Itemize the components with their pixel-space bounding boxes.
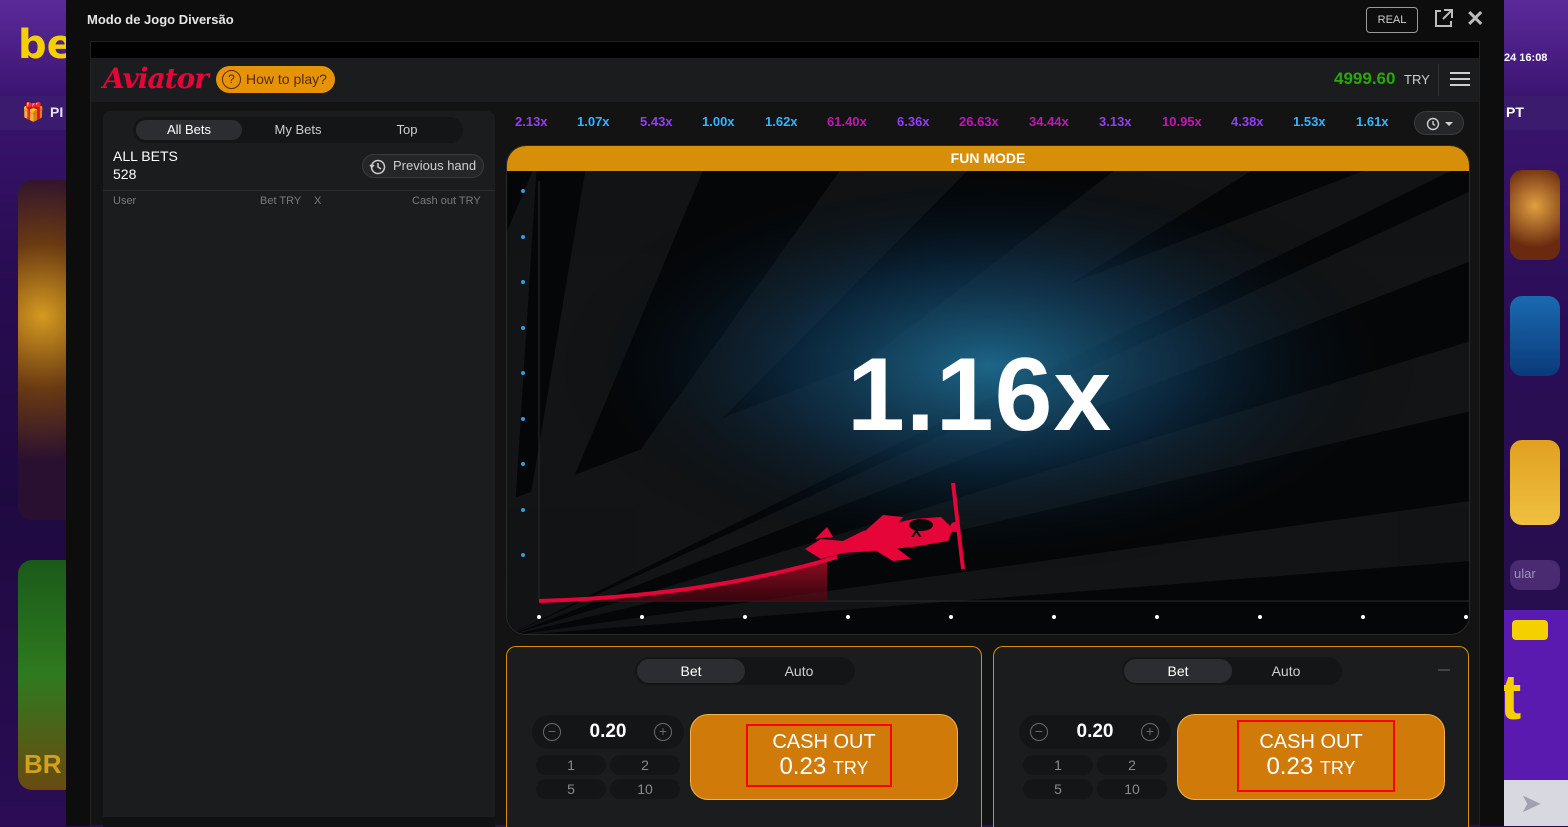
aviator-logo: Aviator xyxy=(103,62,209,95)
site-nav-left: 🎁 PI xyxy=(0,96,66,130)
modal-title: Modo de Jogo Diversão xyxy=(87,12,234,27)
column-x: X xyxy=(314,195,322,207)
tab-top[interactable]: Top xyxy=(354,120,460,140)
cash-out-button[interactable]: CASH OUT 0.23 TRY xyxy=(690,714,958,800)
promo-badge xyxy=(1512,620,1548,640)
quick-stake-10[interactable]: 10 xyxy=(1097,779,1167,799)
column-user: User xyxy=(113,195,137,207)
real-mode-button[interactable]: REAL xyxy=(1366,7,1418,33)
stake-stepper: − 0.20 + xyxy=(532,715,684,749)
quick-stake-5[interactable]: 5 xyxy=(536,779,606,799)
how-to-play-button[interactable]: ? How to play? xyxy=(216,66,335,93)
history-multiplier: 1.53x xyxy=(1293,114,1326,129)
history-multiplier: 61.40x xyxy=(827,114,867,129)
bets-panel: All Bets My Bets Top ALL BETS 528 Previo… xyxy=(103,111,495,827)
background-promo-tile: t xyxy=(1504,610,1568,780)
quick-stake-2[interactable]: 2 xyxy=(1097,755,1167,775)
history-dropdown-icon xyxy=(1426,117,1453,131)
stake-stepper: − 0.20 + xyxy=(1019,715,1171,749)
history-multiplier: 4.38x xyxy=(1231,114,1264,129)
history-icon xyxy=(369,159,386,175)
tab-bet[interactable]: Bet xyxy=(1124,659,1232,683)
previous-hand-label: Previous hand xyxy=(393,158,477,173)
close-icon[interactable]: ✕ xyxy=(1466,6,1484,32)
history-multiplier: 1.62x xyxy=(765,114,798,129)
cash-out-button[interactable]: CASH OUT 0.23 TRY xyxy=(1177,714,1445,800)
balance-amount: 4999.60 xyxy=(1334,69,1396,88)
history-multiplier: 10.95x xyxy=(1162,114,1202,129)
bets-list[interactable] xyxy=(103,211,495,816)
aviator-game: Aviator ? How to play? 4999.60 TRY All B… xyxy=(90,41,1480,827)
bet-panel-1: Bet Auto − 0.20 + 1 2 5 10 CASH OUT 0.23… xyxy=(506,646,982,827)
nav-left-label: PI xyxy=(50,104,64,120)
highlight-box xyxy=(746,724,892,787)
quick-stake-5[interactable]: 5 xyxy=(1023,779,1093,799)
all-bets-title: ALL BETS xyxy=(113,148,178,164)
tab-auto[interactable]: Auto xyxy=(1232,659,1340,683)
all-bets-count: 528 xyxy=(113,166,137,182)
history-multiplier: 2.13x xyxy=(515,114,548,129)
divider xyxy=(103,190,495,191)
column-cashout: Cash out TRY xyxy=(412,195,481,207)
history-multiplier: 6.36x xyxy=(897,114,930,129)
background-game-tile xyxy=(1510,170,1560,260)
promo-text: t xyxy=(1504,661,1522,733)
history-multiplier: 3.13x xyxy=(1099,114,1132,129)
gift-icon: 🎁 xyxy=(22,102,45,122)
tab-my-bets[interactable]: My Bets xyxy=(245,120,351,140)
remove-panel-icon[interactable] xyxy=(1438,669,1450,671)
top-strip xyxy=(91,42,1479,58)
how-to-play-label: How to play? xyxy=(246,71,327,87)
background-game-tile xyxy=(18,180,66,520)
previous-hand-button[interactable]: Previous hand xyxy=(362,154,484,178)
quick-stake-1[interactable]: 1 xyxy=(536,755,606,775)
external-link-icon[interactable] xyxy=(1432,8,1454,30)
multiplier-history: 2.13x 1.07x 5.43x 1.00x 1.62x 61.40x 6.3… xyxy=(505,110,1469,136)
background-game-tile xyxy=(1510,296,1560,376)
highlight-box xyxy=(1237,720,1395,792)
site-nav-right: PT xyxy=(1504,96,1568,130)
quick-stake-10[interactable]: 10 xyxy=(610,779,680,799)
tab-auto[interactable]: Auto xyxy=(745,659,853,683)
history-multiplier: 1.00x xyxy=(702,114,735,129)
clock-text: 24 16:08 xyxy=(1504,52,1548,64)
flight-stage: X 1.16x xyxy=(507,171,1469,634)
site-logo: be xyxy=(18,22,66,68)
background-tile-label: ular xyxy=(1510,560,1560,590)
background-site-left: be 🎁 PI BR xyxy=(0,0,66,826)
plus-icon[interactable]: + xyxy=(1141,723,1159,741)
header-divider xyxy=(1438,64,1439,96)
history-multiplier: 5.43x xyxy=(640,114,673,129)
current-multiplier: 1.16x xyxy=(847,337,1113,453)
history-multiplier: 1.61x xyxy=(1356,114,1389,129)
history-multiplier: 1.07x xyxy=(577,114,610,129)
column-bet: Bet TRY xyxy=(260,195,302,207)
game-modal: Modo de Jogo Diversão REAL ✕ Aviator ? H… xyxy=(66,0,1504,827)
game-header: Aviator ? How to play? 4999.60 TRY xyxy=(91,58,1479,102)
tab-all-bets[interactable]: All Bets xyxy=(136,120,242,140)
history-multiplier: 34.44x xyxy=(1029,114,1069,129)
background-site-right: 24 16:08 PT ular t ➤ xyxy=(1504,0,1568,826)
plane-marker: X xyxy=(911,524,922,541)
background-game-tile: BR xyxy=(18,560,66,790)
background-game-tile xyxy=(1510,440,1560,525)
hamburger-menu-icon[interactable] xyxy=(1450,72,1470,88)
bets-tabs: All Bets My Bets Top xyxy=(133,117,463,143)
history-toggle-button[interactable] xyxy=(1414,111,1464,135)
history-multiplier: 26.63x xyxy=(959,114,999,129)
send-arrow-button: ➤ xyxy=(1504,780,1568,826)
plus-icon[interactable]: + xyxy=(654,723,672,741)
language-selector: PT xyxy=(1506,104,1524,120)
question-icon: ? xyxy=(222,70,241,89)
quick-stake-2[interactable]: 2 xyxy=(610,755,680,775)
tab-bet[interactable]: Bet xyxy=(637,659,745,683)
fun-mode-banner: FUN MODE xyxy=(507,146,1469,171)
arrow-right-icon: ➤ xyxy=(1520,788,1542,818)
quick-stake-1[interactable]: 1 xyxy=(1023,755,1093,775)
bet-panel-tabs: Bet Auto xyxy=(1122,657,1342,685)
balance-currency: TRY xyxy=(1404,72,1430,87)
play-area: FUN MODE X 1.16x xyxy=(506,145,1470,635)
bet-panel-tabs: Bet Auto xyxy=(635,657,855,685)
bet-panel-2: Bet Auto − 0.20 + 1 2 5 10 CASH OUT 0.23… xyxy=(993,646,1469,827)
